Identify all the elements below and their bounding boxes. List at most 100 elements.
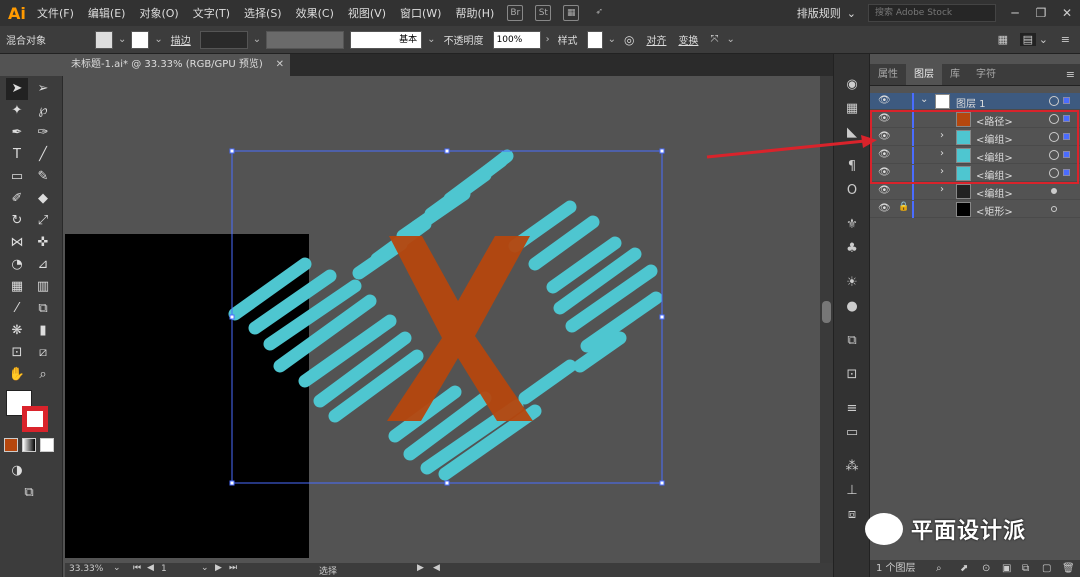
export-icon[interactable]: ⬈ bbox=[960, 560, 968, 577]
previous-artboard-icon[interactable]: ◀ bbox=[147, 563, 154, 573]
opacity-input[interactable]: 100% bbox=[492, 30, 541, 49]
menu-view[interactable]: 视图(V) bbox=[341, 5, 393, 21]
target-icon[interactable] bbox=[1049, 96, 1059, 106]
target-icon[interactable] bbox=[1051, 206, 1057, 212]
stroke-swatch-icon[interactable] bbox=[22, 406, 48, 432]
recolor-icon[interactable]: ◎ bbox=[624, 33, 634, 47]
last-artboard-icon[interactable]: ⏭ bbox=[229, 563, 237, 573]
align-objects-icon[interactable]: ⊥ bbox=[843, 482, 861, 500]
rotate-tool-icon[interactable]: ↻ bbox=[6, 210, 28, 232]
bridge-icon[interactable]: Br bbox=[507, 5, 524, 21]
color-mode-icon[interactable] bbox=[4, 438, 18, 452]
appearance-icon[interactable]: ☀ bbox=[843, 274, 861, 292]
line-tool-icon[interactable]: ╱ bbox=[32, 144, 54, 166]
align-icon[interactable]: ≡ bbox=[843, 400, 861, 418]
first-artboard-icon[interactable]: ⏮ bbox=[133, 563, 141, 573]
isolate-icon[interactable]: ⤧ bbox=[710, 34, 718, 45]
stock-icon[interactable]: St bbox=[535, 5, 552, 21]
graphic-style-swatch[interactable] bbox=[586, 30, 603, 49]
chevron-down-icon[interactable]: ⌄ bbox=[113, 563, 121, 573]
chevron-down-icon[interactable]: ⌄ bbox=[118, 34, 126, 45]
graphic-styles-icon[interactable]: ● bbox=[843, 298, 861, 316]
delete-icon[interactable]: 🗑 bbox=[1062, 560, 1075, 577]
stock-search-input[interactable]: 搜索 Adobe Stock bbox=[868, 4, 996, 22]
eraser-tool-icon[interactable]: ◆ bbox=[32, 188, 54, 210]
menu-icon[interactable]: ≡ bbox=[1061, 33, 1070, 46]
gradient-tool-icon[interactable]: ▥ bbox=[32, 276, 54, 298]
rectangle-tool-icon[interactable]: ▭ bbox=[6, 166, 28, 188]
shaper-tool-icon[interactable]: ✐ bbox=[6, 188, 28, 210]
tab-libraries[interactable]: 库 bbox=[942, 64, 968, 85]
direct-selection-tool-icon[interactable]: ➢ bbox=[32, 78, 54, 100]
layer-row[interactable]: 👁 🔒 <矩形> bbox=[870, 201, 1080, 218]
puppet-warp-tool-icon[interactable]: ✜ bbox=[32, 232, 54, 254]
opacity-label[interactable]: 不透明度 bbox=[444, 32, 484, 47]
type-tool-icon[interactable]: T bbox=[6, 144, 28, 166]
visibility-eye-icon[interactable]: 👁 bbox=[878, 203, 892, 215]
menu-window[interactable]: 窗口(W) bbox=[393, 5, 448, 21]
tab-properties[interactable]: 属性 bbox=[870, 64, 906, 85]
lasso-tool-icon[interactable]: ℘ bbox=[32, 100, 54, 122]
gradient-mode-icon[interactable] bbox=[22, 438, 36, 452]
tab-layers[interactable]: 图层 bbox=[906, 64, 942, 85]
chevron-down-icon[interactable]: ⌄ bbox=[201, 563, 209, 573]
chevron-down-icon[interactable]: ⌄ bbox=[920, 94, 928, 105]
scrollbar-thumb[interactable] bbox=[822, 301, 831, 323]
menu-select[interactable]: 选择(S) bbox=[237, 5, 289, 21]
document-tab[interactable]: 未标题-1.ai* @ 33.33% (RGB/GPU 预览) ✕ bbox=[65, 54, 290, 76]
brush-definition[interactable]: 基本 bbox=[350, 30, 423, 49]
column-graph-tool-icon[interactable]: ▮ bbox=[32, 320, 54, 342]
status-mode[interactable]: 选择 bbox=[319, 564, 337, 577]
opentype-icon[interactable]: O bbox=[843, 182, 861, 200]
chevron-down-icon[interactable]: ⌄ bbox=[154, 34, 162, 45]
pathfinder-icon[interactable]: ⧉ bbox=[843, 332, 861, 350]
eyedropper-tool-icon[interactable]: ⁄ bbox=[6, 298, 28, 320]
panel-toggle-icon[interactable]: ▤ bbox=[1019, 33, 1036, 46]
zoom-tool-icon[interactable]: ⌕ bbox=[32, 364, 54, 386]
stroke-label[interactable]: 描边 bbox=[171, 32, 191, 47]
menu-edit[interactable]: 编辑(E) bbox=[81, 5, 133, 21]
width-tool-icon[interactable]: ⋈ bbox=[6, 232, 28, 254]
restore-button[interactable]: ❐ bbox=[1028, 6, 1054, 20]
panel-menu-icon[interactable]: ≡ bbox=[1066, 64, 1075, 86]
draw-mode-icon[interactable]: ◑ bbox=[6, 460, 28, 482]
chevron-down-icon[interactable]: ⌄ bbox=[847, 7, 856, 20]
screen-mode-icon[interactable]: ⧉ bbox=[18, 482, 40, 504]
menu-object[interactable]: 对象(O) bbox=[132, 5, 185, 21]
club-icon[interactable]: ♣ bbox=[843, 240, 861, 258]
pen-tool-icon[interactable]: ✒ bbox=[6, 122, 28, 144]
shape-builder-tool-icon[interactable]: ◔ bbox=[6, 254, 28, 276]
symbol-sprayer-tool-icon[interactable]: ❋ bbox=[6, 320, 28, 342]
chevron-right-icon[interactable]: › bbox=[546, 34, 550, 45]
artboards-icon[interactable]: ⁂ bbox=[843, 458, 861, 476]
menu-help[interactable]: 帮助(H) bbox=[448, 5, 501, 21]
menu-effect[interactable]: 效果(C) bbox=[289, 5, 341, 21]
swatches-icon[interactable]: ▦ bbox=[843, 100, 861, 118]
layer-row[interactable]: 👁 ⌄ 图层 1 bbox=[870, 93, 1080, 110]
search-icon[interactable]: ⌕ bbox=[936, 560, 942, 577]
close-tab-icon[interactable]: ✕ bbox=[276, 54, 284, 76]
chevron-down-icon[interactable]: ⌄ bbox=[726, 34, 734, 45]
clip-mask-icon[interactable]: ▣ bbox=[1002, 560, 1011, 577]
stroke-swatch[interactable] bbox=[131, 30, 150, 49]
paintbrush-tool-icon[interactable]: ✎ bbox=[32, 166, 54, 188]
chevron-down-icon[interactable]: ⌄ bbox=[608, 34, 616, 45]
h-scroll-left-icon[interactable]: ◀ bbox=[433, 563, 440, 573]
transform-link[interactable]: 变换 bbox=[678, 32, 698, 47]
links-icon[interactable]: ⧈ bbox=[843, 506, 861, 524]
lock-icon[interactable]: 🔒 bbox=[898, 202, 909, 212]
magic-wand-tool-icon[interactable]: ✦ bbox=[6, 100, 28, 122]
symbols-icon[interactable]: ⚜ bbox=[843, 216, 861, 234]
fill-stroke-swatches[interactable] bbox=[6, 390, 50, 436]
chevron-right-icon[interactable]: › bbox=[940, 184, 944, 195]
new-sublayer-icon[interactable]: ⧉ bbox=[1022, 560, 1029, 577]
transparency-icon[interactable]: ▭ bbox=[843, 424, 861, 442]
align-link[interactable]: 对齐 bbox=[646, 32, 666, 47]
selection-tool-icon[interactable]: ➤ bbox=[6, 78, 28, 100]
chevron-down-icon[interactable]: ⌄ bbox=[427, 34, 435, 45]
menu-type[interactable]: 文字(T) bbox=[186, 5, 237, 21]
variable-width-profile[interactable] bbox=[266, 30, 345, 49]
arrange-icon[interactable]: ▦ bbox=[998, 33, 1008, 46]
visibility-eye-icon[interactable]: 👁 bbox=[878, 95, 892, 107]
close-button[interactable]: ✕ bbox=[1054, 6, 1080, 20]
